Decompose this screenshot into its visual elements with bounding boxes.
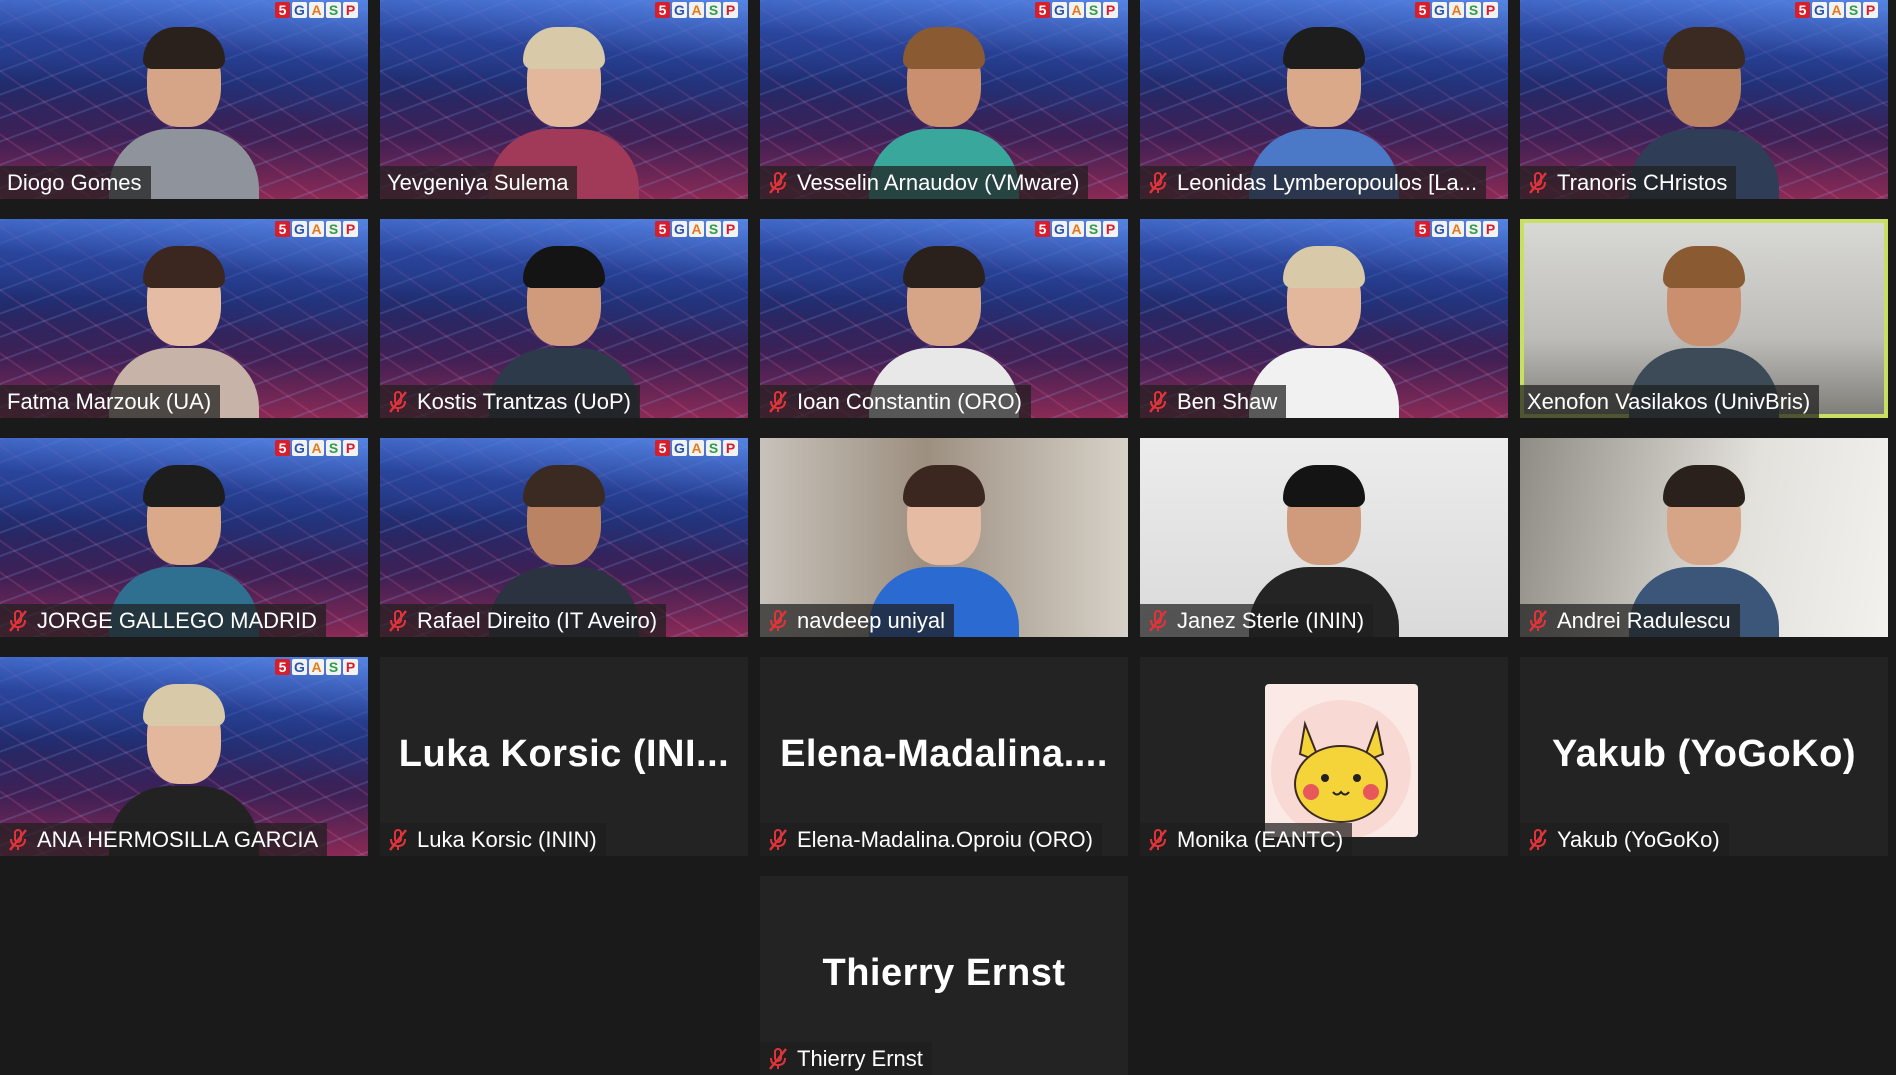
participant-name: Ben Shaw: [1177, 389, 1278, 414]
participant-tile[interactable]: 5 G A S P Ben Shaw: [1140, 219, 1508, 418]
pikachu-avatar: [1265, 684, 1418, 837]
participant-tile[interactable]: 5 G A S P Kostis Trantzas (UoP): [380, 219, 748, 418]
participant-name-tag: Xenofon Vasilakos (UnivBris): [1520, 385, 1820, 418]
participant-name: Vesselin Arnaudov (VMware): [797, 170, 1080, 195]
participant-name-tag: Ioan Constantin (ORO): [760, 385, 1031, 418]
muted-mic-icon: [1529, 609, 1547, 632]
participant-name: JORGE GALLEGO MADRID: [37, 608, 317, 633]
participant-name-tag: navdeep uniyal: [760, 604, 955, 637]
muted-mic-icon: [1149, 171, 1167, 194]
participant-display-name: Yakub (YoGoKo): [1552, 733, 1856, 775]
participant-name: Andrei Radulescu: [1557, 608, 1731, 633]
muted-mic-icon: [769, 609, 787, 632]
participant-tile[interactable]: 5 G A S P JORGE GALLEGO MADRID: [0, 438, 368, 637]
participant-tile[interactable]: 5 G A S P Ioan Constantin (ORO): [760, 219, 1128, 418]
participant-name-tag: Andrei Radulescu: [1520, 604, 1740, 637]
muted-mic-icon: [769, 171, 787, 194]
participant-name: Rafael Direito (IT Aveiro): [417, 608, 658, 633]
participant-tile[interactable]: 5 G A S P Fatma Marzouk (UA): [0, 219, 368, 418]
muted-mic-icon: [1149, 828, 1167, 851]
participant-name: Fatma Marzouk (UA): [7, 389, 212, 414]
participant-name-tag: Rafael Direito (IT Aveiro): [380, 604, 667, 637]
participant-tile[interactable]: Thierry Ernst Thierry Ernst: [760, 876, 1128, 1075]
5gasp-logo: 5GASP: [1035, 221, 1118, 237]
participant-name-tag: Yakub (YoGoKo): [1520, 823, 1729, 856]
participant-name-tag: Elena-Madalina.Oproiu (ORO): [760, 823, 1102, 856]
participant-name: Monika (EANTC): [1177, 827, 1344, 852]
muted-mic-icon: [769, 390, 787, 413]
participant-tile[interactable]: Monika (EANTC): [1140, 657, 1508, 856]
participant-tile[interactable]: Xenofon Vasilakos (UnivBris): [1520, 219, 1888, 418]
participant-name-tag: Yevgeniya Sulema: [380, 166, 578, 199]
5gasp-logo: 5GASP: [655, 221, 738, 237]
participant-tile[interactable]: 5 G A S P Diogo Gomes: [0, 0, 368, 199]
muted-mic-icon: [769, 828, 787, 851]
participant-tile[interactable]: navdeep uniyal: [760, 438, 1128, 637]
participant-name-tag: Thierry Ernst: [760, 1042, 932, 1075]
participant-name: Diogo Gomes: [7, 170, 142, 195]
participant-name: Elena-Madalina.Oproiu (ORO): [797, 827, 1093, 852]
5gasp-logo: 5GASP: [275, 659, 358, 675]
participant-name: ANA HERMOSILLA GARCIA: [37, 827, 319, 852]
5gasp-logo: 5GASP: [275, 2, 358, 18]
muted-mic-icon: [1529, 828, 1547, 851]
participant-name: Yevgeniya Sulema: [387, 170, 569, 195]
participant-name: Luka Korsic (ININ): [417, 827, 597, 852]
participant-tile[interactable]: Elena-Madalina.... Elena-Madalina.Oproiu …: [760, 657, 1128, 856]
muted-mic-icon: [1149, 609, 1167, 632]
participant-name-tag: Tranoris CHristos: [1520, 166, 1737, 199]
5gasp-logo: 5GASP: [1035, 2, 1118, 18]
5gasp-logo: 5GASP: [1415, 2, 1498, 18]
5gasp-logo: 5GASP: [275, 440, 358, 456]
participant-name-tag: Diogo Gomes: [0, 166, 151, 199]
participant-name-tag: Fatma Marzouk (UA): [0, 385, 221, 418]
participant-name-tag: JORGE GALLEGO MADRID: [0, 604, 326, 637]
participant-tile[interactable]: Yakub (YoGoKo) Yakub (YoGoKo): [1520, 657, 1888, 856]
participant-name: Yakub (YoGoKo): [1557, 827, 1720, 852]
muted-mic-icon: [389, 390, 407, 413]
participant-name: Janez Sterle (ININ): [1177, 608, 1365, 633]
participant-tile[interactable]: 5 G A S P Vesselin Arnaudov (VMware): [760, 0, 1128, 199]
participant-name-tag: Kostis Trantzas (UoP): [380, 385, 640, 418]
participant-display-name: Luka Korsic (INI...: [398, 733, 730, 775]
participant-tile[interactable]: 5 G A S P Tranoris CHristos: [1520, 0, 1888, 199]
participant-tile[interactable]: Andrei Radulescu: [1520, 438, 1888, 637]
participant-name: Leonidas Lymberopoulos [La...: [1177, 170, 1478, 195]
participant-tile[interactable]: Luka Korsic (INI... Luka Korsic (ININ): [380, 657, 748, 856]
muted-mic-icon: [9, 828, 27, 851]
participant-tile[interactable]: 5 G A S P ANA HERMOSILLA GARCIA: [0, 657, 368, 856]
participant-name: Ioan Constantin (ORO): [797, 389, 1022, 414]
5gasp-logo: 5GASP: [655, 440, 738, 456]
5gasp-logo: 5GASP: [1415, 221, 1498, 237]
participant-tile[interactable]: Janez Sterle (ININ): [1140, 438, 1508, 637]
participant-name-tag: Ben Shaw: [1140, 385, 1287, 418]
muted-mic-icon: [1149, 390, 1167, 413]
participant-tile[interactable]: 5 G A S P Yevgeniya Sulema: [380, 0, 748, 199]
participant-name: Kostis Trantzas (UoP): [417, 389, 631, 414]
5gasp-logo: 5GASP: [275, 221, 358, 237]
participant-name-tag: Vesselin Arnaudov (VMware): [760, 166, 1089, 199]
participant-name-tag: ANA HERMOSILLA GARCIA: [0, 823, 328, 856]
participant-name: navdeep uniyal: [797, 608, 946, 633]
participant-display-name: Elena-Madalina....: [780, 733, 1108, 775]
participant-display-name: Thierry Ernst: [822, 952, 1066, 994]
participant-name: Thierry Ernst: [797, 1046, 923, 1071]
muted-mic-icon: [1529, 171, 1547, 194]
participant-name-tag: Monika (EANTC): [1140, 823, 1353, 856]
participant-name: Tranoris CHristos: [1557, 170, 1728, 195]
participant-name-tag: Luka Korsic (ININ): [380, 823, 606, 856]
participant-tile[interactable]: 5 G A S P Leonidas Lymberopoulos [La...: [1140, 0, 1508, 199]
muted-mic-icon: [389, 828, 407, 851]
participant-name-tag: Leonidas Lymberopoulos [La...: [1140, 166, 1487, 199]
participant-name-tag: Janez Sterle (ININ): [1140, 604, 1374, 637]
5gasp-logo: 5GASP: [1795, 2, 1878, 18]
participant-tile[interactable]: 5 G A S P Rafael Direito (IT Aveiro): [380, 438, 748, 637]
muted-mic-icon: [389, 609, 407, 632]
5gasp-logo: 5GASP: [655, 2, 738, 18]
muted-mic-icon: [9, 609, 27, 632]
participant-name: Xenofon Vasilakos (UnivBris): [1527, 389, 1811, 414]
